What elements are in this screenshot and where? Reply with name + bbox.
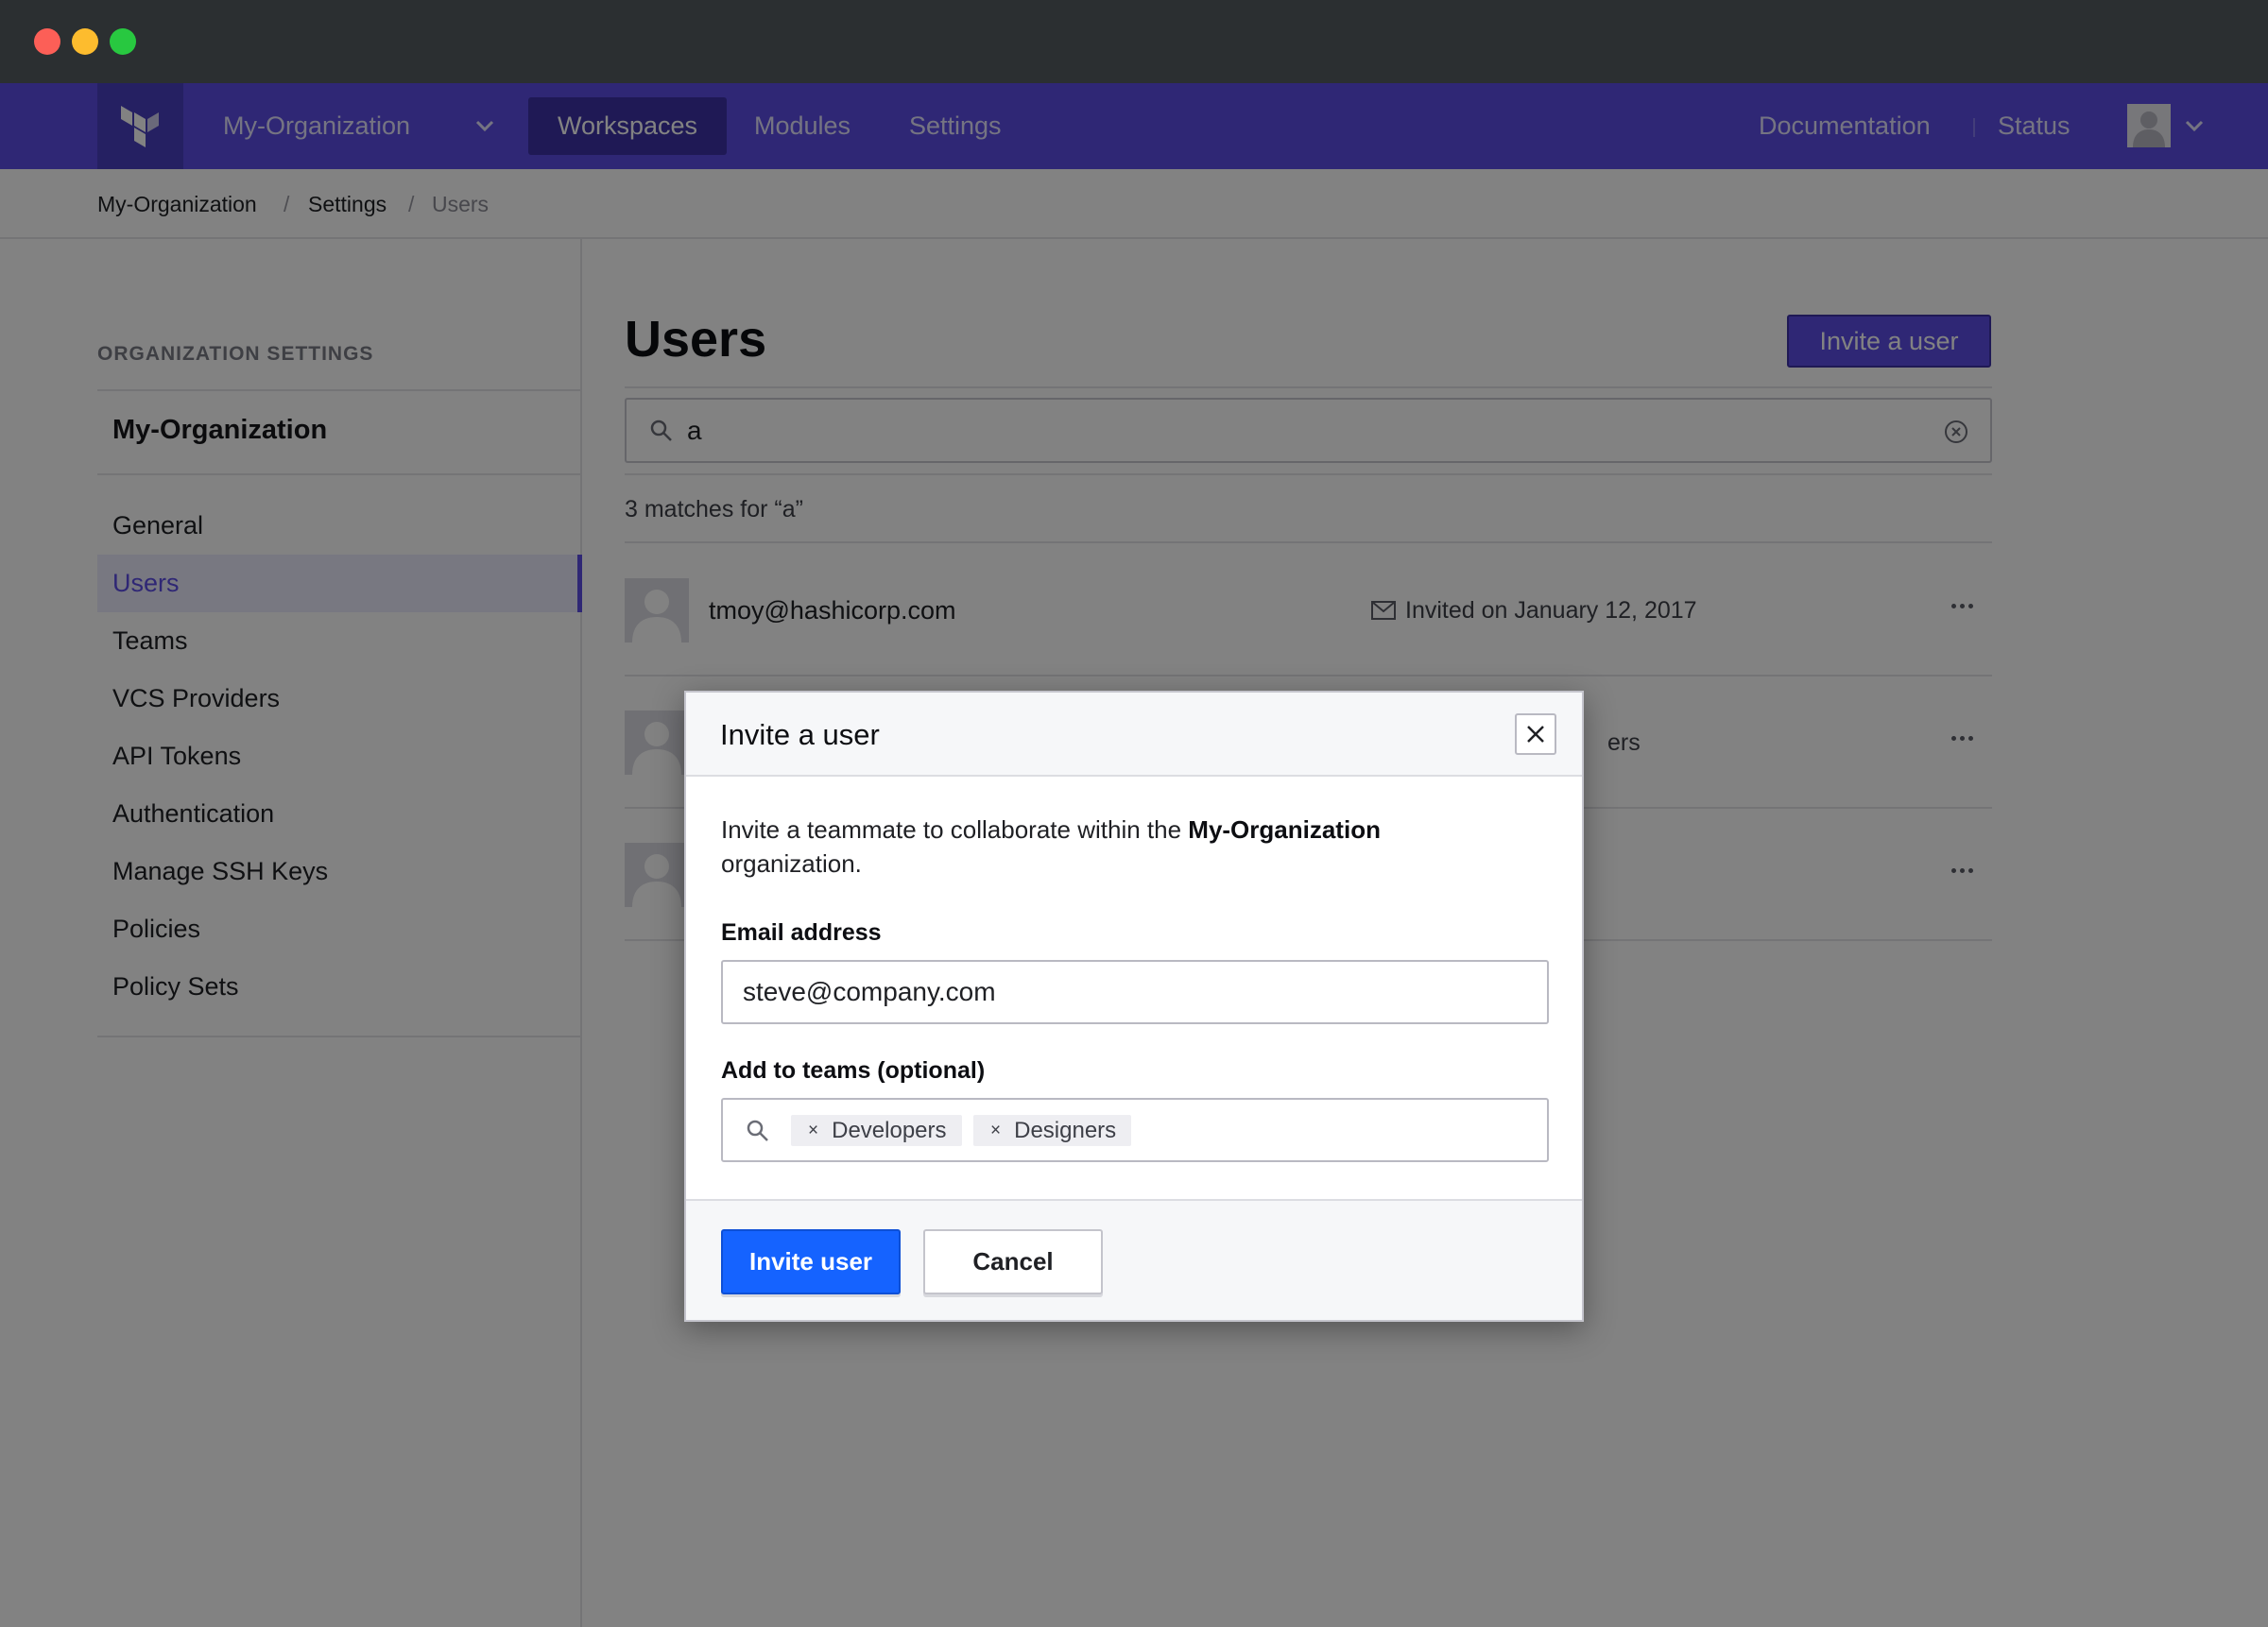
email-label: Email address	[721, 919, 882, 946]
intro-org-name: My-Organization	[1188, 815, 1381, 844]
remove-tag-icon[interactable]: ×	[808, 1121, 818, 1141]
intro-text: Invite a teammate to collaborate within …	[721, 815, 1189, 844]
teams-picker[interactable]: × Developers × Designers	[721, 1098, 1549, 1162]
app-window: My-Organization Workspaces Modules Setti…	[0, 0, 2268, 1627]
modal-intro: Invite a teammate to collaborate within …	[721, 813, 1534, 881]
team-tag-developers[interactable]: × Developers	[791, 1115, 962, 1146]
remove-tag-icon[interactable]: ×	[990, 1121, 1001, 1141]
email-field[interactable]	[721, 960, 1549, 1024]
team-tag-designers[interactable]: × Designers	[973, 1115, 1132, 1146]
modal-footer: Invite user Cancel	[686, 1199, 1582, 1320]
team-tag-label: Designers	[1014, 1117, 1117, 1143]
modal-title: Invite a user	[720, 717, 880, 751]
modal-header: Invite a user	[686, 693, 1582, 777]
team-tag-label: Developers	[832, 1117, 947, 1143]
teams-label: Add to teams (optional)	[721, 1057, 986, 1084]
search-icon	[747, 1120, 768, 1141]
zoom-window-button[interactable]	[110, 28, 136, 55]
invite-user-submit-button[interactable]: Invite user	[721, 1229, 901, 1294]
cancel-button[interactable]: Cancel	[923, 1229, 1103, 1294]
minimize-window-button[interactable]	[72, 28, 98, 55]
close-window-button[interactable]	[34, 28, 60, 55]
close-icon[interactable]	[1515, 713, 1556, 755]
invite-user-modal: Invite a user Invite a teammate to colla…	[684, 691, 1584, 1322]
window-titlebar	[0, 0, 2268, 83]
intro-text-suffix: organization.	[721, 849, 862, 878]
